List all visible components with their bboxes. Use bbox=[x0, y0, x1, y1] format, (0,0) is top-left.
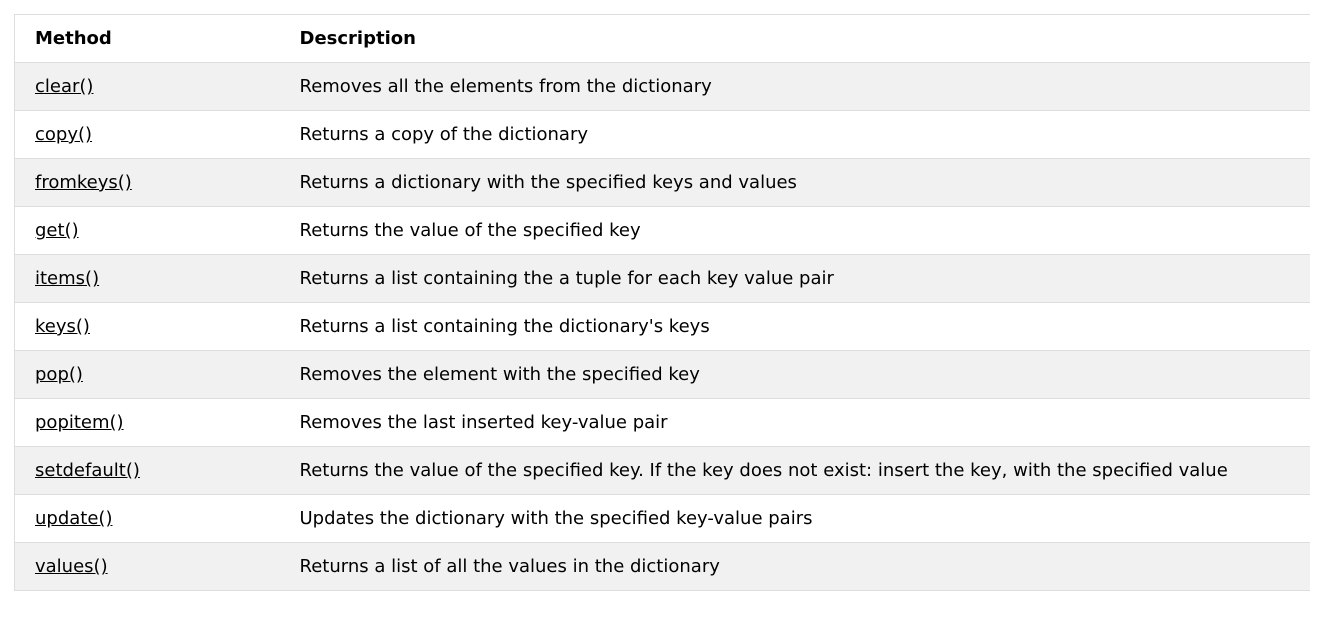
table-row: copy() Returns a copy of the dictionary bbox=[14, 110, 1310, 159]
description-cell: Returns a list containing the dictionary… bbox=[299, 316, 710, 337]
method-cell: clear() bbox=[15, 63, 280, 111]
description-cell: Removes all the elements from the dictio… bbox=[299, 76, 712, 97]
method-link-clear[interactable]: clear() bbox=[35, 76, 93, 97]
method-link-values[interactable]: values() bbox=[35, 556, 108, 577]
table-row: pop() Removes the element with the speci… bbox=[14, 350, 1310, 399]
method-cell: setdefault() bbox=[15, 447, 280, 495]
method-link-popitem[interactable]: popitem() bbox=[35, 412, 124, 433]
description-cell: Removes the last inserted key-value pair bbox=[299, 412, 668, 433]
table-row: setdefault() Returns the value of the sp… bbox=[14, 446, 1310, 495]
table-row: fromkeys() Returns a dictionary with the… bbox=[14, 158, 1310, 207]
description-cell: Returns a copy of the dictionary bbox=[299, 124, 589, 145]
table-row: update() Updates the dictionary with the… bbox=[14, 494, 1310, 543]
method-link-copy[interactable]: copy() bbox=[35, 124, 92, 145]
method-cell: items() bbox=[15, 255, 280, 303]
dictionary-methods-table: Method Description clear() Removes all t… bbox=[14, 14, 1310, 591]
description-cell: Returns a dictionary with the specified … bbox=[299, 172, 797, 193]
method-cell: keys() bbox=[15, 303, 280, 351]
description-cell: Returns the value of the specified key bbox=[299, 220, 641, 241]
table-row: keys() Returns a list containing the dic… bbox=[14, 302, 1310, 351]
table-row: values() Returns a list of all the value… bbox=[14, 542, 1310, 591]
table-row: get() Returns the value of the specified… bbox=[14, 206, 1310, 255]
table-row: clear() Removes all the elements from th… bbox=[14, 62, 1310, 111]
description-cell: Removes the element with the specified k… bbox=[299, 364, 700, 385]
table-header-row: Method Description bbox=[14, 14, 1310, 63]
method-cell: popitem() bbox=[15, 399, 280, 447]
description-cell: Returns a list of all the values in the … bbox=[299, 556, 720, 577]
description-cell: Returns the value of the specified key. … bbox=[299, 460, 1228, 481]
method-link-update[interactable]: update() bbox=[35, 508, 112, 529]
method-cell: fromkeys() bbox=[15, 159, 280, 207]
method-cell: copy() bbox=[15, 111, 280, 159]
method-cell: update() bbox=[15, 495, 280, 543]
method-link-fromkeys[interactable]: fromkeys() bbox=[35, 172, 132, 193]
method-link-setdefault[interactable]: setdefault() bbox=[35, 460, 140, 481]
table-row: popitem() Removes the last inserted key-… bbox=[14, 398, 1310, 447]
methods-reference: Method Description clear() Removes all t… bbox=[14, 14, 1310, 591]
method-link-pop[interactable]: pop() bbox=[35, 364, 83, 385]
description-cell: Updates the dictionary with the specifie… bbox=[299, 508, 813, 529]
column-header-method: Method bbox=[35, 28, 112, 49]
method-cell: pop() bbox=[15, 351, 280, 399]
method-link-keys[interactable]: keys() bbox=[35, 316, 90, 337]
column-header-description: Description bbox=[299, 28, 416, 49]
table-row: items() Returns a list containing the a … bbox=[14, 254, 1310, 303]
method-cell: values() bbox=[15, 543, 280, 591]
method-cell: get() bbox=[15, 207, 280, 255]
description-cell: Returns a list containing the a tuple fo… bbox=[299, 268, 834, 289]
method-link-items[interactable]: items() bbox=[35, 268, 99, 289]
method-link-get[interactable]: get() bbox=[35, 220, 79, 241]
